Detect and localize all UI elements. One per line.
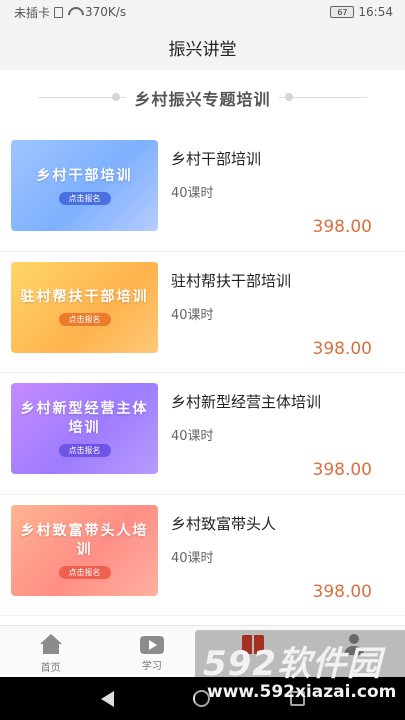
tab-home[interactable]: 首页 <box>0 626 101 677</box>
course-thumbnail[interactable]: 乡村新型经营主体培训 点击报名 <box>11 383 158 474</box>
status-bar: 未插卡 370K/s 67 16:54 <box>0 0 405 24</box>
course-name: 乡村致富带头人 <box>171 514 277 533</box>
watermark: 592软件园 www.592xiazai.com <box>195 630 405 720</box>
course-item-4[interactable]: 乡村致富带头人培训 点击报名 乡村致富带头人 40课时 398.00 <box>0 495 405 616</box>
course-list: 乡村干部培训 点击报名 乡村干部培训 40课时 398.00 驻村帮扶干部培训 … <box>0 130 405 616</box>
course-price: 398.00 <box>312 581 372 602</box>
clock: 16:54 <box>358 5 393 19</box>
tab-study[interactable]: 学习 <box>101 626 202 677</box>
course-hours: 40课时 <box>171 550 214 566</box>
course-name: 乡村新型经营主体培训 <box>171 393 322 411</box>
back-icon[interactable] <box>100 690 114 707</box>
course-hours: 40课时 <box>171 429 214 444</box>
thumbnail-title: 乡村致富带头人培训 <box>20 522 149 558</box>
signup-button[interactable]: 点击报名 <box>58 313 111 326</box>
page-title: 振兴讲堂 <box>168 39 237 60</box>
sim-icon <box>54 6 64 18</box>
status-right: 67 16:54 <box>330 5 393 19</box>
course-name: 驻村帮扶干部培训 <box>171 271 292 290</box>
course-price: 398.00 <box>312 338 372 359</box>
course-price: 398.00 <box>312 460 372 480</box>
course-thumbnail[interactable]: 驻村帮扶干部培训 点击报名 <box>11 261 158 353</box>
carrier-text: 未插卡 <box>14 5 51 20</box>
play-icon <box>139 636 164 654</box>
course-item-1[interactable]: 乡村干部培训 点击报名 乡村干部培训 40课时 398.00 <box>0 130 405 252</box>
section-header: 乡村振兴专题培训 <box>0 70 405 125</box>
watermark-url: www.592xiazai.com <box>207 682 397 702</box>
tab-label: 学习 <box>141 661 162 672</box>
thumbnail-title: 乡村干部培训 <box>36 167 133 184</box>
course-hours: 40课时 <box>171 307 214 323</box>
home-icon <box>39 634 63 656</box>
course-thumbnail[interactable]: 乡村干部培训 点击报名 <box>11 140 158 231</box>
course-item-3[interactable]: 乡村新型经营主体培训 点击报名 乡村新型经营主体培训 40课时 398.00 <box>0 373 405 495</box>
section-dot-left <box>112 93 120 101</box>
network-speed: 370K/s <box>85 5 127 19</box>
course-name: 乡村干部培训 <box>171 150 262 168</box>
course-hours: 40课时 <box>171 186 214 201</box>
watermark-logo: 592软件园 <box>203 644 382 684</box>
tab-label: 首页 <box>40 663 61 674</box>
section-title: 乡村振兴专题培训 <box>126 85 279 110</box>
course-item-2[interactable]: 驻村帮扶干部培训 点击报名 驻村帮扶干部培训 40课时 398.00 <box>0 252 405 373</box>
course-price: 398.00 <box>312 217 372 237</box>
section-dot-right <box>285 93 293 101</box>
wifi-icon <box>67 7 81 17</box>
thumbnail-title: 驻村帮扶干部培训 <box>20 289 149 305</box>
thumbnail-title: 乡村新型经营主体培训 <box>20 401 149 436</box>
signup-button[interactable]: 点击报名 <box>58 565 111 579</box>
title-bar: 振兴讲堂 <box>0 24 405 70</box>
signup-button[interactable]: 点击报名 <box>58 191 111 205</box>
signup-button[interactable]: 点击报名 <box>58 444 111 457</box>
course-thumbnail[interactable]: 乡村致富带头人培训 点击报名 <box>11 504 158 596</box>
status-left: 未插卡 370K/s <box>14 4 126 21</box>
battery-icon: 67 <box>330 6 355 18</box>
